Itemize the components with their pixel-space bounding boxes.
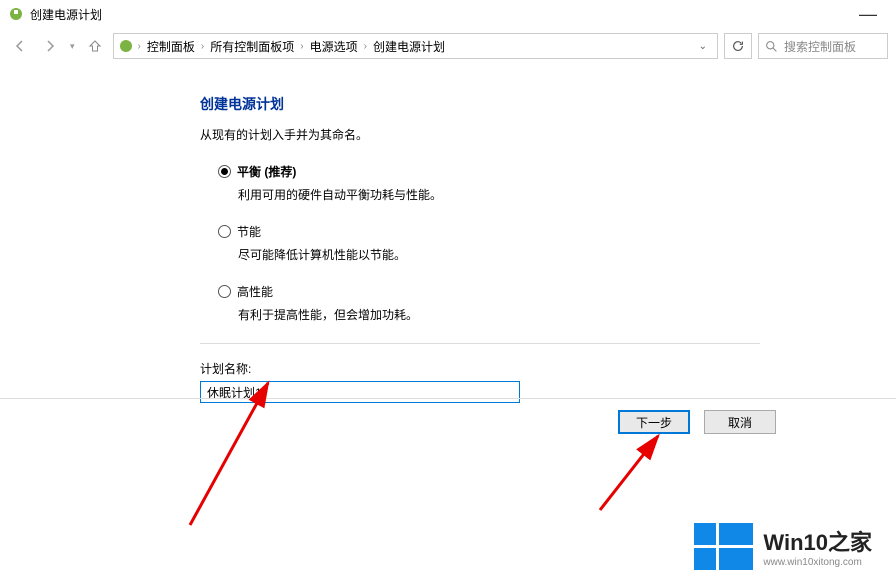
- radio-desc: 有利于提高性能，但会增加功耗。: [238, 306, 856, 323]
- address-dropdown[interactable]: ⌄: [693, 41, 713, 52]
- breadcrumb-item-all[interactable]: 所有控制面板项: [208, 38, 296, 55]
- address-bar[interactable]: › 控制面板 › 所有控制面板项 › 电源选项 › 创建电源计划 ⌄: [113, 33, 718, 59]
- breadcrumb: 控制面板 › 所有控制面板项 › 电源选项 › 创建电源计划: [145, 38, 447, 55]
- breadcrumb-item-control-panel[interactable]: 控制面板: [145, 38, 197, 55]
- breadcrumb-item-create[interactable]: 创建电源计划: [371, 38, 447, 55]
- search-box[interactable]: 搜索控制面板: [758, 33, 888, 59]
- radio-saver[interactable]: 节能 尽可能降低计算机性能以节能。: [218, 223, 856, 263]
- navbar: ▾ › 控制面板 › 所有控制面板项 › 电源选项 › 创建电源计划 ⌄ 搜索控…: [0, 28, 896, 64]
- radio-group: 平衡 (推荐) 利用可用的硬件自动平衡功耗与性能。 节能 尽可能降低计算机性能以…: [200, 163, 856, 323]
- plan-name-label: 计划名称:: [200, 360, 856, 377]
- radio-desc: 利用可用的硬件自动平衡功耗与性能。: [238, 186, 856, 203]
- history-dropdown[interactable]: ▾: [68, 41, 77, 52]
- chevron-right-icon: ›: [364, 41, 367, 52]
- window-title: 创建电源计划: [30, 6, 848, 23]
- app-icon: [8, 6, 24, 22]
- plan-name-input[interactable]: [200, 381, 520, 403]
- radio-label: 平衡 (推荐): [237, 163, 296, 180]
- annotation-arrow: [580, 430, 680, 520]
- minimize-button[interactable]: —: [848, 4, 888, 25]
- windows-icon: [694, 523, 753, 570]
- radio-performance[interactable]: 高性能 有利于提高性能，但会增加功耗。: [218, 283, 856, 323]
- chevron-right-icon: ›: [300, 41, 303, 52]
- logo-title: Win10之家: [763, 525, 872, 557]
- button-row: 下一步 取消: [618, 410, 776, 434]
- breadcrumb-item-power[interactable]: 电源选项: [308, 38, 360, 55]
- radio-label: 节能: [237, 223, 261, 240]
- radio-desc: 尽可能降低计算机性能以节能。: [238, 246, 856, 263]
- radio-balanced[interactable]: 平衡 (推荐) 利用可用的硬件自动平衡功耗与性能。: [218, 163, 856, 203]
- radio-icon: [218, 225, 231, 238]
- radio-icon: [218, 285, 231, 298]
- page-title: 创建电源计划: [200, 94, 856, 114]
- search-icon: [765, 40, 778, 53]
- cancel-button[interactable]: 取消: [704, 410, 776, 434]
- up-button[interactable]: [83, 34, 107, 58]
- address-icon: [118, 38, 134, 54]
- logo-url: www.win10xitong.com: [763, 557, 872, 568]
- titlebar: 创建电源计划 —: [0, 0, 896, 28]
- refresh-button[interactable]: [724, 33, 752, 59]
- radio-label: 高性能: [237, 283, 273, 300]
- chevron-right-icon: ›: [201, 41, 204, 52]
- page-subtitle: 从现有的计划入手并为其命名。: [200, 126, 856, 143]
- search-placeholder: 搜索控制面板: [784, 38, 856, 55]
- watermark-logo: Win10之家 www.win10xitong.com: [694, 523, 872, 570]
- divider: [200, 343, 760, 344]
- chevron-right-icon: ›: [138, 41, 141, 52]
- radio-icon: [218, 165, 231, 178]
- back-button[interactable]: [8, 34, 32, 58]
- forward-button[interactable]: [38, 34, 62, 58]
- next-button[interactable]: 下一步: [618, 410, 690, 434]
- content: 创建电源计划 从现有的计划入手并为其命名。 平衡 (推荐) 利用可用的硬件自动平…: [0, 64, 896, 403]
- divider: [0, 398, 896, 399]
